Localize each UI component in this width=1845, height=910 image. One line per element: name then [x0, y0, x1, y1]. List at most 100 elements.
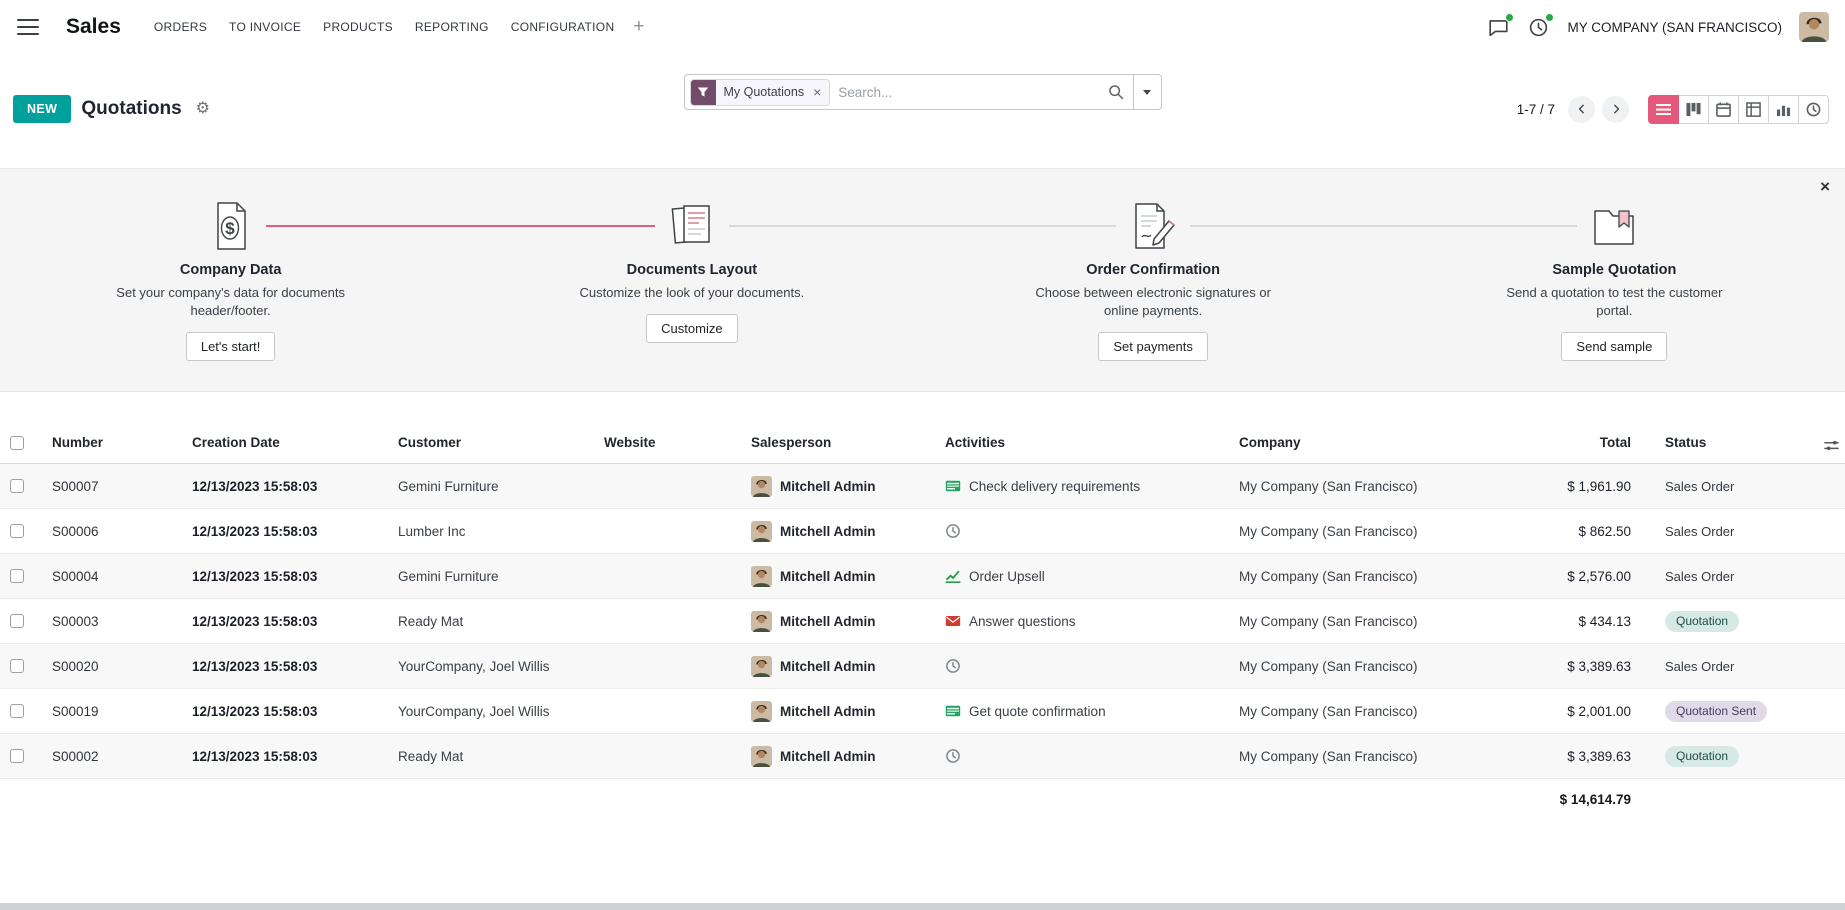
cell-number: S00002: [42, 734, 182, 779]
facet-remove-icon[interactable]: ×: [812, 80, 829, 105]
apps-menu-icon[interactable]: [10, 12, 46, 42]
cell-customer: Ready Mat: [388, 599, 594, 644]
column-header-status[interactable]: Status: [1641, 422, 1845, 464]
menu-item-products[interactable]: PRODUCTS: [312, 11, 404, 43]
salesperson-avatar: [751, 476, 772, 497]
search-icon[interactable]: [1108, 84, 1124, 100]
table-row[interactable]: S0000612/13/2023 15:58:03Lumber IncMitch…: [0, 509, 1845, 554]
row-checkbox[interactable]: [10, 659, 24, 673]
activity-summary[interactable]: Get quote confirmation: [945, 703, 1219, 719]
cell-company: My Company (San Francisco): [1229, 599, 1470, 644]
cell-customer: YourCompany, Joel Willis: [388, 644, 594, 689]
column-header-salesperson[interactable]: Salesperson: [741, 422, 935, 464]
table-row[interactable]: S0000412/13/2023 15:58:03Gemini Furnitur…: [0, 554, 1845, 599]
onboarding-step-company-data: $ Company Data Set your company's data f…: [0, 199, 461, 361]
view-switch-pivot[interactable]: [1738, 95, 1769, 124]
column-header-activities[interactable]: Activities: [935, 422, 1229, 464]
column-header-customer[interactable]: Customer: [388, 422, 594, 464]
row-checkbox[interactable]: [10, 479, 24, 493]
column-header-company[interactable]: Company: [1229, 422, 1470, 464]
search-dropdown-toggle[interactable]: [1133, 75, 1161, 109]
table-row[interactable]: S0002012/13/2023 15:58:03YourCompany, Jo…: [0, 644, 1845, 689]
send-sample-button[interactable]: Send sample: [1561, 332, 1667, 361]
menu-item-reporting[interactable]: REPORTING: [404, 11, 500, 43]
row-checkbox[interactable]: [10, 704, 24, 718]
app-name[interactable]: Sales: [66, 15, 121, 39]
column-header-total[interactable]: Total: [1470, 422, 1641, 464]
cell-website: [594, 644, 741, 689]
cell-website: [594, 689, 741, 734]
view-switch-activity[interactable]: [1798, 95, 1829, 124]
cell-total: $ 2,001.00: [1470, 689, 1641, 734]
cell-total: $ 1,961.90: [1470, 464, 1641, 509]
cell-company: My Company (San Francisco): [1229, 689, 1470, 734]
activity-clock[interactable]: [945, 748, 1219, 764]
user-avatar[interactable]: [1799, 12, 1829, 42]
column-header-number[interactable]: Number: [42, 422, 182, 464]
plus-icon[interactable]: +: [625, 14, 652, 40]
row-checkbox[interactable]: [10, 749, 24, 763]
search-facet[interactable]: My Quotations ×: [690, 79, 831, 106]
company-switcher[interactable]: MY COMPANY (SAN FRANCISCO): [1567, 20, 1782, 35]
cell-salesperson: Mitchell Admin: [751, 521, 925, 542]
facet-label: My Quotations: [716, 80, 813, 105]
menu-item-orders[interactable]: ORDERS: [143, 11, 218, 43]
onboarding-panel: × $ Company Data Set your company's data…: [0, 168, 1845, 392]
table-row[interactable]: S0001912/13/2023 15:58:03YourCompany, Jo…: [0, 689, 1845, 734]
row-checkbox[interactable]: [10, 569, 24, 583]
activities-icon[interactable]: [1527, 16, 1550, 39]
menu-item-to-invoice[interactable]: TO INVOICE: [218, 11, 312, 43]
filter-icon: [691, 80, 716, 105]
customize-button[interactable]: Customize: [646, 314, 737, 343]
cell-company: My Company (San Francisco): [1229, 734, 1470, 779]
cell-website: [594, 509, 741, 554]
view-switch-graph[interactable]: [1768, 95, 1799, 124]
view-switch-calendar[interactable]: [1708, 95, 1739, 124]
pager-next-button[interactable]: [1602, 96, 1629, 123]
table-row[interactable]: S0000312/13/2023 15:58:03Ready MatMitche…: [0, 599, 1845, 644]
activity-summary[interactable]: Order Upsell: [945, 568, 1219, 584]
table-row[interactable]: S0000712/13/2023 15:58:03Gemini Furnitur…: [0, 464, 1845, 509]
optional-columns-toggle-icon[interactable]: [1821, 435, 1842, 459]
select-all-checkbox[interactable]: [10, 436, 24, 450]
cell-number: S00020: [42, 644, 182, 689]
activity-summary[interactable]: Answer questions: [945, 613, 1219, 629]
close-icon[interactable]: ×: [1820, 178, 1830, 195]
menu-item-configuration[interactable]: CONFIGURATION: [500, 11, 626, 43]
cell-salesperson: Mitchell Admin: [751, 656, 925, 677]
cell-creation-date: 12/13/2023 15:58:03: [182, 644, 388, 689]
cell-website: [594, 554, 741, 599]
salesperson-name: Mitchell Admin: [780, 749, 876, 764]
pager-previous-button[interactable]: [1568, 96, 1595, 123]
gear-icon[interactable]: ⚙: [192, 99, 214, 119]
main-menu: ORDERSTO INVOICEPRODUCTSREPORTINGCONFIGU…: [143, 11, 626, 43]
view-switch-kanban[interactable]: [1678, 95, 1709, 124]
view-switch-list[interactable]: [1648, 95, 1679, 124]
column-header-creation-date[interactable]: Creation Date: [182, 422, 388, 464]
set-payments-button[interactable]: Set payments: [1098, 332, 1208, 361]
activity-label: Get quote confirmation: [969, 704, 1106, 719]
cell-company: My Company (San Francisco): [1229, 464, 1470, 509]
table-body: S0000712/13/2023 15:58:03Gemini Furnitur…: [0, 464, 1845, 779]
salesperson-name: Mitchell Admin: [780, 479, 876, 494]
activity-summary[interactable]: Check delivery requirements: [945, 478, 1219, 494]
table-header-row: Number Creation Date Customer Website Sa…: [0, 422, 1845, 464]
activity-clock[interactable]: [945, 658, 1219, 674]
new-button[interactable]: NEW: [13, 95, 71, 123]
column-header-website[interactable]: Website: [594, 422, 741, 464]
salesperson-name: Mitchell Admin: [780, 614, 876, 629]
table-row[interactable]: S0000212/13/2023 15:58:03Ready MatMitche…: [0, 734, 1845, 779]
row-checkbox[interactable]: [10, 614, 24, 628]
salesperson-avatar: [751, 656, 772, 677]
cell-website: [594, 734, 741, 779]
cell-customer: Gemini Furniture: [388, 464, 594, 509]
row-checkbox[interactable]: [10, 524, 24, 538]
search-input[interactable]: [830, 85, 1107, 100]
cell-creation-date: 12/13/2023 15:58:03: [182, 509, 388, 554]
cell-number: S00019: [42, 689, 182, 734]
lets-start-button[interactable]: Let's start!: [186, 332, 276, 361]
search-bar: My Quotations ×: [684, 74, 1162, 110]
activity-clock[interactable]: [945, 523, 1219, 539]
salesperson-avatar: [751, 566, 772, 587]
messages-icon[interactable]: [1487, 16, 1510, 39]
